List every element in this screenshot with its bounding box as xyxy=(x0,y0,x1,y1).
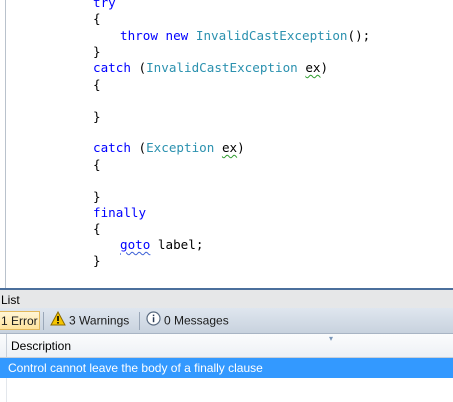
code-line-throw: throw new InvalidCastException(); xyxy=(120,28,371,43)
code-line-goto: goto label; xyxy=(120,237,204,252)
sort-arrow-icon: ▾ xyxy=(329,334,334,343)
column-divider xyxy=(6,378,7,402)
code-line-brace: } xyxy=(93,44,101,59)
messages-filter-button[interactable]: 0 Messages xyxy=(145,311,229,330)
code-line-catch-invalidcast: catch (InvalidCastException ex) xyxy=(93,60,329,75)
code-line-brace: } xyxy=(93,109,101,124)
code-line-brace: { xyxy=(93,11,101,26)
error-row[interactable]: Control cannot leave the body of a final… xyxy=(0,358,453,378)
code-line-brace: } xyxy=(93,253,101,268)
error-description: Control cannot leave the body of a final… xyxy=(8,361,263,375)
warning-squiggle: ex xyxy=(305,60,321,75)
error-list-empty-area xyxy=(0,378,453,402)
warnings-filter-button[interactable]: 3 Warnings xyxy=(48,310,129,332)
info-icon xyxy=(146,311,161,332)
code-line-finally: finally xyxy=(93,205,147,220)
code-line-brace: { xyxy=(93,157,101,172)
warning-icon xyxy=(50,310,66,332)
code-line-brace: { xyxy=(93,77,101,92)
code-line-brace: { xyxy=(93,221,101,236)
column-header-description[interactable]: Description xyxy=(11,334,71,358)
error-list-title: List xyxy=(0,288,453,308)
code-line-catch-exception: catch (Exception ex) xyxy=(93,140,245,155)
errors-filter-button[interactable]: 1 Error xyxy=(0,311,40,330)
code-line-try: try xyxy=(93,0,116,10)
outline-gutter xyxy=(5,0,6,288)
error-squiggle: goto xyxy=(120,237,151,252)
code-editor[interactable]: try { throw new InvalidCastException(); … xyxy=(0,0,453,288)
column-header-row: Description ▾ xyxy=(0,334,453,358)
toolbar-separator xyxy=(139,312,140,330)
column-header-lead xyxy=(0,334,7,357)
warning-squiggle: ex xyxy=(221,140,238,155)
code-line-brace: } xyxy=(93,189,101,204)
error-list-toolbar: 1 Error 3 Warnings 0 Messages xyxy=(0,308,453,334)
toolbar-separator xyxy=(43,312,44,330)
